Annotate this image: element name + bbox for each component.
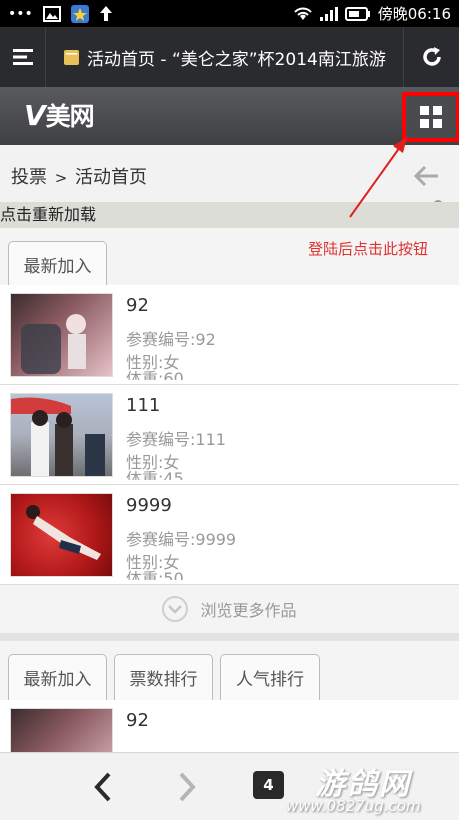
entry-name: 92 [126, 295, 149, 316]
reload-icon [422, 47, 441, 66]
menu-icon [12, 49, 33, 65]
entry-photo [10, 293, 113, 377]
entry-gender: 性别:女 [126, 453, 180, 472]
browser-menu-button[interactable] [0, 27, 46, 87]
tab-latest[interactable]: 最新加入 [8, 654, 107, 700]
page-title-tab[interactable]: 活动首页 - “美仑之家”杯2014南江旅游 [46, 27, 404, 87]
chevron-down-icon [162, 596, 189, 622]
photo-placeholder-icon [11, 397, 105, 476]
list-item[interactable]: 111 参赛编号:111 性别:女 体重:45 [0, 385, 459, 485]
notification-dots: ••• [8, 5, 33, 22]
breadcrumb-root[interactable]: 投票 [11, 167, 47, 188]
site-logo[interactable]: V美网 [24, 97, 95, 133]
bottom-tab-bar: 最新加入 票数排行 人气排行 [8, 654, 320, 700]
entry-name: 92 [126, 710, 149, 731]
list-item[interactable]: 92 [0, 700, 459, 752]
breadcrumb-current: 活动首页 [75, 167, 148, 188]
clock: 傍晚06:16 [377, 5, 451, 23]
annotation-text: 登陆后点击此按钮 [308, 240, 429, 258]
photo-placeholder-icon [21, 314, 86, 374]
forward-nav-icon[interactable] [178, 772, 196, 802]
list-item[interactable]: 9999 参赛编号:9999 性别:女 体重:50 [0, 485, 459, 585]
entry-number: 参赛编号:9999 [126, 530, 237, 549]
tab-popularity-ranking[interactable]: 人气排行 [220, 654, 320, 700]
load-more-button[interactable]: 浏览更多作品 [0, 585, 459, 633]
watermark-url: www.0827ug.com [286, 797, 421, 815]
tab-votes-ranking[interactable]: 票数排行 [114, 654, 213, 700]
entry-partial-text: 体重:45 [126, 471, 184, 480]
entry-partial-text: 体重:50 [126, 571, 184, 580]
list-item[interactable]: 92 参赛编号:92 性别:女 体重:60 [0, 285, 459, 385]
entry-photo [10, 493, 113, 577]
tab-latest-top[interactable]: 最新加入 [8, 241, 107, 287]
reload-button[interactable] [404, 27, 459, 87]
wifi-icon [294, 7, 312, 20]
entry-photo [10, 393, 113, 477]
photo-placeholder-icon [26, 505, 101, 560]
battery-icon [344, 6, 370, 21]
annotation-arrow-icon [349, 137, 407, 218]
grid-icon [420, 106, 442, 128]
entry-photo [10, 708, 113, 752]
signal-icon [319, 6, 338, 21]
entry-partial-text: 体重:60 [126, 371, 184, 380]
back-arrow-icon[interactable] [412, 164, 440, 188]
top-tab-bar: 最新加入 [8, 241, 107, 287]
gallery-notification-icon [42, 5, 61, 22]
section-divider [0, 633, 459, 641]
entry-name: 9999 [126, 495, 172, 516]
load-more-label: 浏览更多作品 [200, 601, 297, 620]
page-favicon-icon [64, 49, 79, 65]
entry-gender: 性别:女 [126, 553, 180, 572]
browser-toolbar: 活动首页 - “美仑之家”杯2014南江旅游 [0, 27, 459, 87]
breadcrumb: 投票 > 活动首页 [11, 163, 147, 189]
breadcrumb-separator: > [54, 169, 68, 187]
upload-arrow-icon [99, 6, 112, 21]
app-notification-icon [70, 4, 89, 23]
status-bar: ••• 傍晚06:16 [0, 0, 459, 27]
entry-gender: 性别:女 [126, 353, 180, 372]
back-nav-icon[interactable] [94, 772, 112, 802]
entry-number: 参赛编号:92 [126, 330, 216, 349]
page-title-text: 活动首页 - “美仑之家”杯2014南江旅游 [87, 49, 386, 70]
tabs-count-button[interactable]: 4 [253, 771, 284, 799]
entry-number: 参赛编号:111 [126, 430, 226, 449]
entry-name: 111 [126, 395, 161, 416]
